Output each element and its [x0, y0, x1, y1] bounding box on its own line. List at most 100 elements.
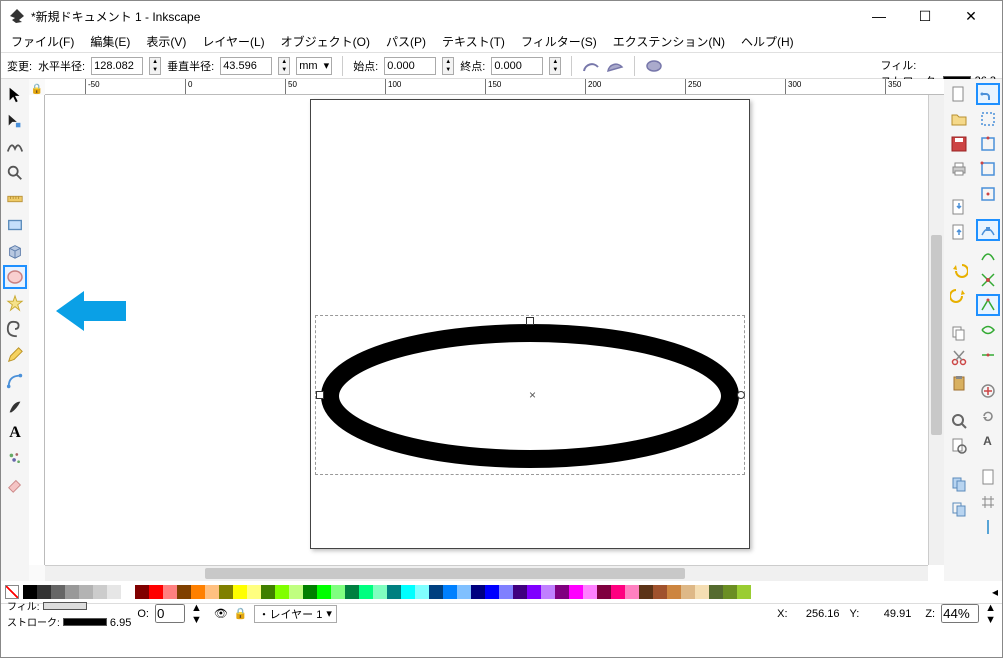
zoom-fit-icon[interactable]	[947, 410, 971, 432]
export-icon[interactable]	[947, 221, 971, 243]
layer-lock-icon[interactable]: 🔒	[234, 607, 248, 620]
copy-icon[interactable]	[947, 322, 971, 344]
color-swatch[interactable]	[359, 585, 373, 599]
eraser-tool[interactable]	[3, 473, 27, 497]
duplicate-icon[interactable]	[947, 473, 971, 495]
snap-guide-icon[interactable]	[976, 516, 1000, 538]
undo-icon[interactable]	[947, 259, 971, 281]
color-swatch[interactable]	[583, 585, 597, 599]
color-swatch[interactable]	[135, 585, 149, 599]
color-swatch[interactable]	[93, 585, 107, 599]
rx-input[interactable]	[91, 57, 143, 75]
node-tool[interactable]	[3, 109, 27, 133]
eye-icon[interactable]: 👁	[214, 607, 228, 620]
color-swatch[interactable]	[331, 585, 345, 599]
color-swatch[interactable]	[443, 585, 457, 599]
color-swatch[interactable]	[415, 585, 429, 599]
palette-menu-icon[interactable]: ◂	[992, 585, 998, 599]
color-swatch[interactable]	[597, 585, 611, 599]
color-swatches[interactable]	[23, 585, 988, 599]
3dbox-tool[interactable]	[3, 239, 27, 263]
horizontal-ruler[interactable]: -50050100150200250300350	[45, 79, 944, 95]
measure-tool[interactable]	[3, 187, 27, 211]
color-swatch[interactable]	[611, 585, 625, 599]
color-swatch[interactable]	[667, 585, 681, 599]
color-swatch[interactable]	[709, 585, 723, 599]
menu-view[interactable]: 表示(V)	[140, 31, 192, 52]
menu-extension[interactable]: エクステンション(N)	[607, 31, 731, 52]
horizontal-scrollbar[interactable]	[45, 565, 928, 581]
vertical-scrollbar[interactable]	[928, 95, 944, 565]
zoom-page-icon[interactable]	[947, 435, 971, 457]
snap-text-icon[interactable]: A	[976, 430, 1000, 452]
minimize-button[interactable]: —	[856, 1, 902, 31]
menu-file[interactable]: ファイル(F)	[5, 31, 80, 52]
tweak-tool[interactable]	[3, 135, 27, 159]
color-swatch[interactable]	[163, 585, 177, 599]
opacity-spinner[interactable]: ▲▼	[191, 602, 202, 626]
color-swatch[interactable]	[471, 585, 485, 599]
no-fill-swatch[interactable]	[5, 585, 19, 599]
maximize-button[interactable]: ☐	[902, 1, 948, 31]
selector-tool[interactable]	[3, 83, 27, 107]
zoom-spinner[interactable]: ▲▼	[985, 602, 996, 626]
color-swatch[interactable]	[233, 585, 247, 599]
arc-segment-icon[interactable]	[582, 57, 600, 75]
color-swatch[interactable]	[65, 585, 79, 599]
color-swatch[interactable]	[121, 585, 135, 599]
whole-ellipse-icon[interactable]	[645, 57, 663, 75]
color-swatch[interactable]	[345, 585, 359, 599]
color-swatch[interactable]	[317, 585, 331, 599]
vertical-ruler[interactable]	[29, 95, 45, 565]
end-spinner[interactable]: ▲▼	[549, 57, 561, 75]
snap-midpoint-icon[interactable]	[976, 183, 1000, 205]
color-swatch[interactable]	[79, 585, 93, 599]
color-swatch[interactable]	[191, 585, 205, 599]
bezier-tool[interactable]	[3, 369, 27, 393]
color-swatch[interactable]	[219, 585, 233, 599]
snap-smooth-icon[interactable]	[976, 319, 1000, 341]
color-swatch[interactable]	[261, 585, 275, 599]
paste-icon[interactable]	[947, 372, 971, 394]
snap-center-icon[interactable]	[976, 380, 1000, 402]
color-swatch[interactable]	[541, 585, 555, 599]
handle-right[interactable]	[737, 391, 745, 399]
snap-corner-icon[interactable]	[976, 158, 1000, 180]
spiral-tool[interactable]	[3, 317, 27, 341]
color-swatch[interactable]	[205, 585, 219, 599]
color-swatch[interactable]	[513, 585, 527, 599]
color-swatch[interactable]	[625, 585, 639, 599]
color-swatch[interactable]	[723, 585, 737, 599]
snap-line-mid-icon[interactable]	[976, 344, 1000, 366]
color-swatch[interactable]	[23, 585, 37, 599]
spray-tool[interactable]	[3, 447, 27, 471]
snap-cusp-icon[interactable]	[976, 294, 1000, 316]
start-input[interactable]	[384, 57, 436, 75]
color-swatch[interactable]	[429, 585, 443, 599]
color-swatch[interactable]	[149, 585, 163, 599]
end-input[interactable]	[491, 57, 543, 75]
save-icon[interactable]	[947, 133, 971, 155]
color-swatch[interactable]	[177, 585, 191, 599]
snap-node-icon[interactable]	[976, 219, 1000, 241]
status-fill-swatch[interactable]	[43, 602, 87, 610]
color-swatch[interactable]	[275, 585, 289, 599]
arc-chord-icon[interactable]	[606, 57, 624, 75]
canvas[interactable]: ×	[45, 95, 944, 565]
layer-selector[interactable]: ・レイヤー 1▾	[254, 605, 337, 623]
snap-grid-icon[interactable]	[976, 491, 1000, 513]
calligraphy-tool[interactable]	[3, 395, 27, 419]
pencil-tool[interactable]	[3, 343, 27, 367]
color-swatch[interactable]	[107, 585, 121, 599]
menu-filter[interactable]: フィルター(S)	[515, 31, 603, 52]
color-swatch[interactable]	[401, 585, 415, 599]
color-swatch[interactable]	[387, 585, 401, 599]
redo-icon[interactable]	[947, 284, 971, 306]
menu-path[interactable]: パス(P)	[380, 31, 432, 52]
color-swatch[interactable]	[639, 585, 653, 599]
handle-left[interactable]	[316, 391, 324, 399]
menu-text[interactable]: テキスト(T)	[436, 31, 511, 52]
color-swatch[interactable]	[51, 585, 65, 599]
status-stroke-swatch[interactable]	[63, 618, 107, 626]
color-swatch[interactable]	[247, 585, 261, 599]
